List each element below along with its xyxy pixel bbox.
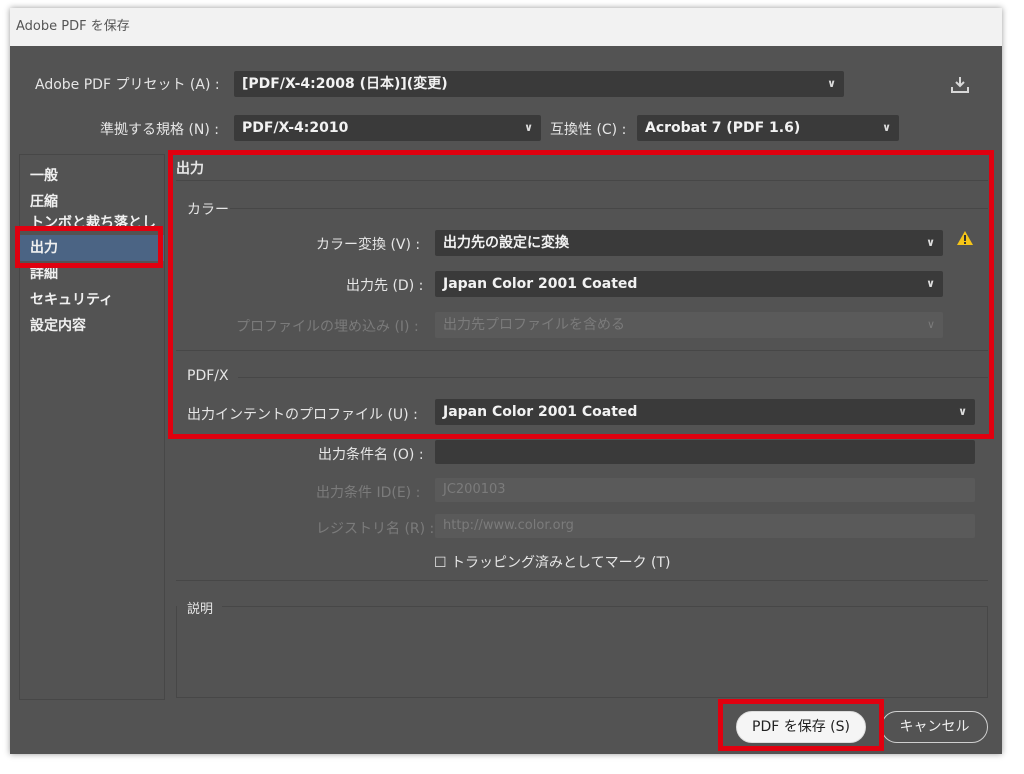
divider <box>176 580 988 581</box>
save-pdf-dialog: Adobe PDF を保存 Adobe PDF プリセット (A) : [PDF… <box>10 8 1002 754</box>
chevron-down-icon: ∨ <box>882 121 891 134</box>
sidebar-item-summary[interactable]: 設定内容 <box>20 313 164 339</box>
compat-label: 互換性 (C) : <box>550 122 627 138</box>
preset-label: Adobe PDF プリセット (A) : <box>35 77 220 93</box>
sidebar-item-general[interactable]: 一般 <box>20 163 164 189</box>
condition-id-label: 出力条件 ID(E) : <box>316 485 421 501</box>
standard-value: PDF/X-4:2010 <box>242 120 349 136</box>
standard-select[interactable]: PDF/X-4:2010 ∨ <box>234 115 541 141</box>
trapped-label: トラッピング済みとしてマーク (T) <box>451 555 671 571</box>
condition-name-field[interactable] <box>435 440 975 464</box>
standard-label: 準拠する規格 (N) : <box>100 122 220 138</box>
cancel-button[interactable]: キャンセル <box>881 711 988 743</box>
sidebar-item-security[interactable]: セキュリティ <box>20 287 164 313</box>
chevron-down-icon: ∨ <box>827 77 836 90</box>
registry-field: http://www.color.org <box>435 514 975 538</box>
condition-name-label: 出力条件名 (O) : <box>318 447 424 463</box>
checkbox-icon: ☐ <box>434 555 447 571</box>
trapped-checkbox[interactable]: ☐ トラッピング済みとしてマーク (T) <box>434 552 671 572</box>
compat-select[interactable]: Acrobat 7 (PDF 1.6) ∨ <box>637 115 899 141</box>
sidebar-item-compression[interactable]: 圧縮 <box>20 189 164 215</box>
highlight-box-save-button <box>718 699 884 751</box>
registry-label: レジストリ名 (R) : <box>316 521 435 537</box>
chevron-down-icon: ∨ <box>524 121 533 134</box>
compat-value: Acrobat 7 (PDF 1.6) <box>645 120 801 136</box>
preset-select[interactable]: [PDF/X-4:2008 (日本)](変更) ∨ <box>234 71 844 97</box>
window-title: Adobe PDF を保存 <box>10 8 1002 46</box>
condition-id-field: JC200103 <box>435 478 975 502</box>
highlight-box-output-tab <box>15 226 163 268</box>
description-box <box>176 606 988 698</box>
preset-value: [PDF/X-4:2008 (日本)](変更) <box>242 76 448 92</box>
save-preset-icon[interactable] <box>950 76 970 94</box>
highlight-box-output-panel <box>168 150 994 439</box>
